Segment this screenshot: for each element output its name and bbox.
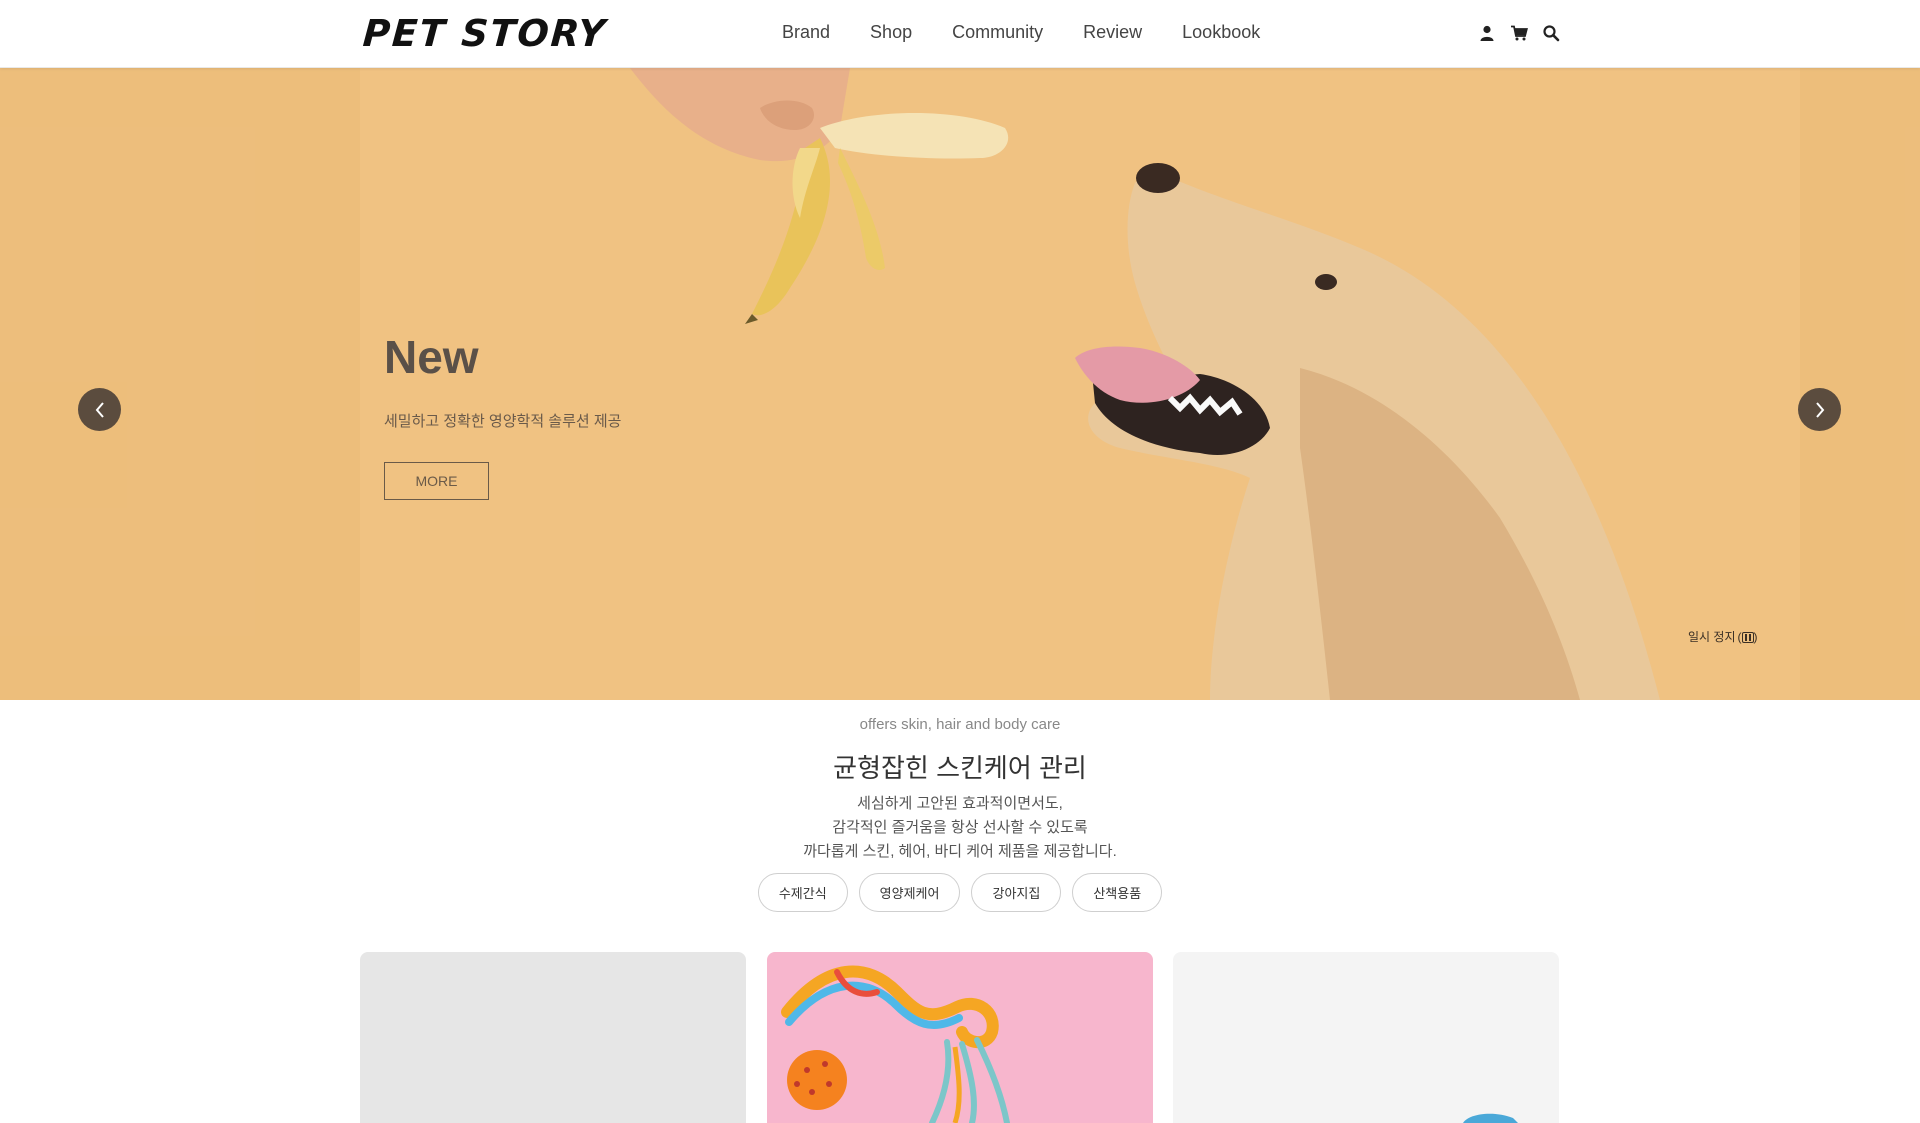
prev-slide-button[interactable] (78, 388, 121, 431)
chevron-left-icon (95, 401, 104, 418)
chip-walk-supplies[interactable]: 산책용품 (1072, 873, 1163, 912)
site-header: PET STORY Brand Shop Community Review Lo… (0, 0, 1920, 68)
next-slide-button[interactable] (1798, 388, 1841, 431)
hero-subtitle: 세밀하고 정확한 영양학적 솔루션 제공 (384, 413, 622, 430)
utility-icons (1478, 24, 1560, 42)
search-icon[interactable] (1542, 24, 1560, 42)
pause-icon: () (1737, 629, 1758, 644)
intro-desc-line: 세심하게 고안된 효과적이면서도, (857, 795, 1063, 812)
product-card[interactable] (360, 952, 746, 1123)
product-image (1463, 1113, 1518, 1123)
category-chips: 수제간식 영양제케어 강아지집 산책용품 (0, 873, 1920, 912)
logo[interactable]: PET STORY (361, 12, 608, 55)
hero-illustration (630, 68, 1660, 700)
intro-description: 세심하게 고안된 효과적이면서도, 감각적인 즐거움을 항상 선사할 수 있도록… (0, 792, 1920, 864)
intro-eyebrow: offers skin, hair and body care (859, 716, 1061, 733)
dog-illustration (1075, 163, 1660, 700)
main-nav: Brand Shop Community Review Lookbook (782, 22, 1260, 43)
intro-desc-line: 감각적인 즐거움을 항상 선사할 수 있도록 (832, 819, 1088, 836)
user-icon[interactable] (1478, 24, 1496, 42)
hero-title: New (384, 331, 479, 383)
chip-supplement-care[interactable]: 영양제케어 (858, 873, 961, 912)
more-button[interactable]: MORE (384, 462, 489, 500)
pause-button[interactable]: 일시 정지 () (1688, 628, 1758, 645)
nav-lookbook[interactable]: Lookbook (1182, 22, 1260, 43)
chip-dog-house[interactable]: 강아지집 (971, 873, 1062, 912)
hero-slider: New 세밀하고 정확한 영양학적 솔루션 제공 MORE 일시 정지 () (0, 68, 1920, 700)
nav-shop[interactable]: Shop (870, 22, 912, 43)
nav-brand[interactable]: Brand (782, 22, 830, 43)
nav-community[interactable]: Community (952, 22, 1043, 43)
product-card[interactable] (1173, 952, 1559, 1123)
pause-label: 일시 정지 (1688, 630, 1736, 644)
chevron-right-icon (1815, 401, 1824, 418)
cart-icon[interactable] (1510, 24, 1528, 42)
intro-title: 균형잡힌 스킨케어 관리 (833, 753, 1087, 783)
nav-review[interactable]: Review (1083, 22, 1142, 43)
intro-desc-line: 까다롭게 스킨, 헤어, 바디 케어 제품을 제공합니다. (803, 843, 1117, 860)
product-card[interactable] (767, 952, 1153, 1123)
chip-handmade-treats[interactable]: 수제간식 (757, 873, 848, 912)
rope-toy-image (781, 965, 1010, 1123)
